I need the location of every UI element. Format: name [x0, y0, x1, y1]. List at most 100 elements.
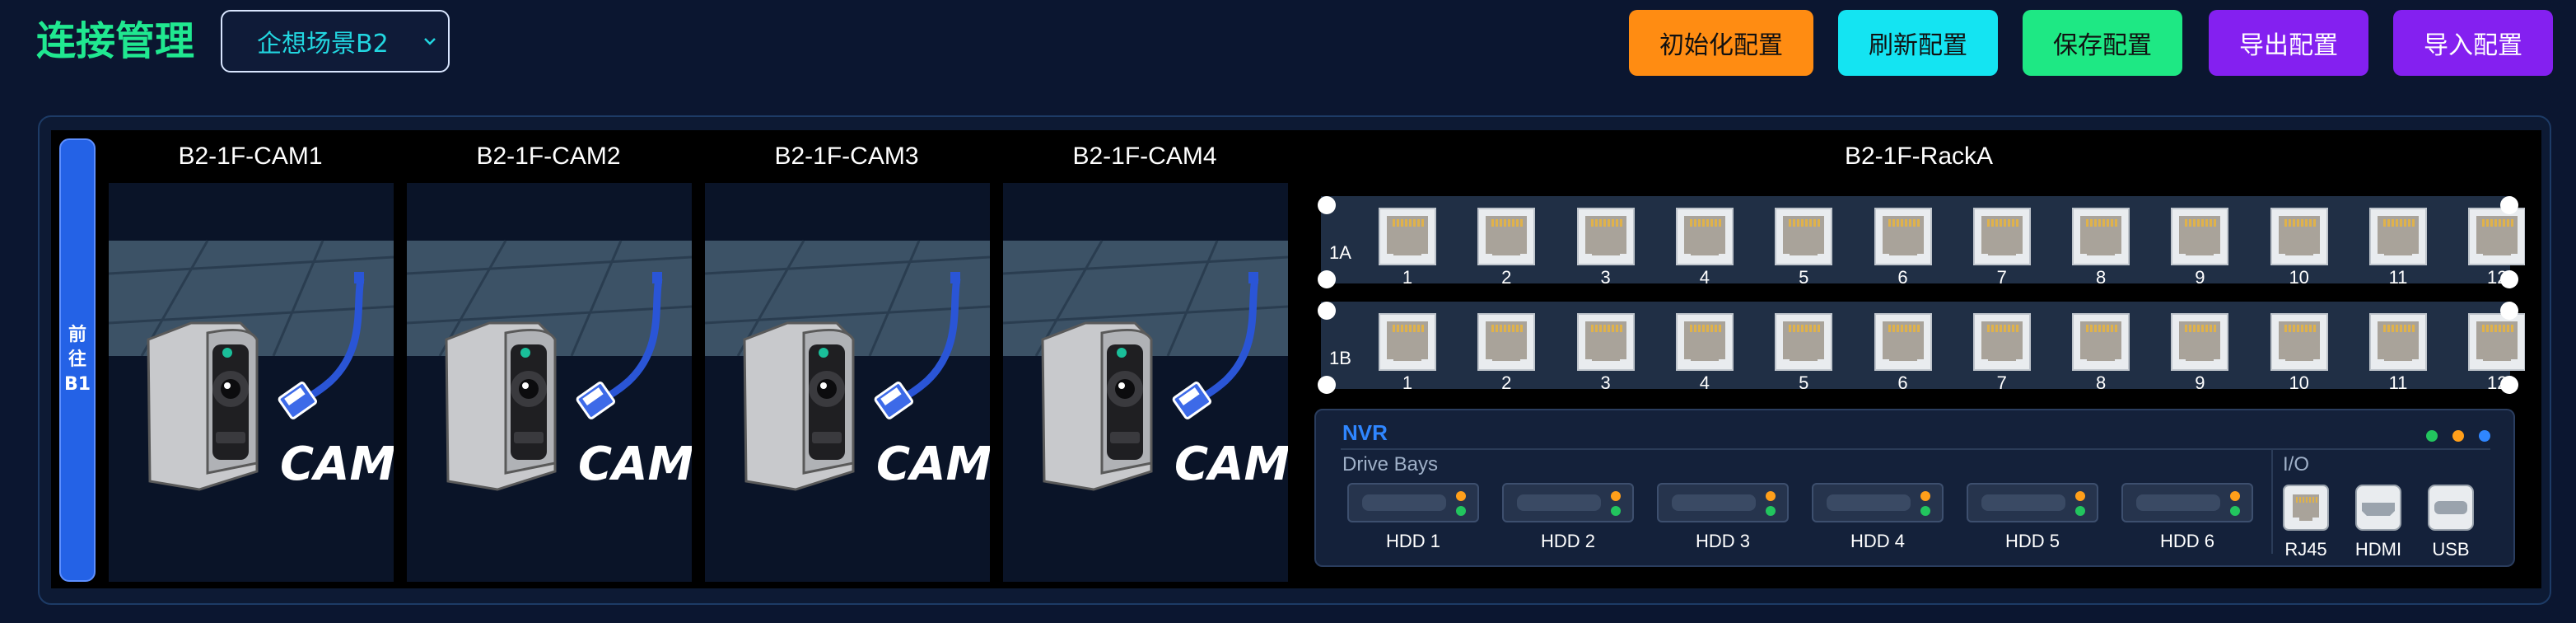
camera-tile[interactable]: CAM: [705, 183, 990, 582]
drive-bay[interactable]: [1502, 483, 1634, 522]
status-led: [2426, 430, 2438, 442]
nvr-panel: NVR Drive Bays I/O HDD 1 HDD 2 HDD 3 HDD 4 H…: [1314, 409, 2515, 567]
drive-bay-label: HDD 6: [2159, 531, 2214, 551]
save-config-button[interactable]: 保存配置: [2023, 10, 2182, 76]
nvr-title: NVR: [1342, 420, 1388, 445]
rj45-port-icon[interactable]: [2072, 313, 2130, 371]
rj45-port-icon[interactable]: [1874, 208, 1932, 265]
drive-slot: [1981, 494, 2065, 511]
rj45-port-icon[interactable]: [1477, 208, 1536, 265]
drive-bays-title: Drive Bays: [1342, 453, 1439, 475]
rj45-port-icon[interactable]: [1775, 208, 1833, 265]
rack-screw-icon: [1318, 302, 1336, 320]
port-number: 3: [1600, 372, 1611, 393]
rj45-port-icon[interactable]: [2171, 313, 2229, 371]
rj45-port-icon[interactable]: [1972, 313, 2031, 371]
top-bar: 连接管理 企想场景B2 初始化配置 刷新配置 保存配置 导出配置 导入配置: [0, 0, 2576, 91]
drive-bay[interactable]: [1812, 483, 1944, 522]
rj45-port-icon[interactable]: [2072, 208, 2130, 265]
port-number: 5: [1799, 267, 1809, 288]
import-config-button[interactable]: 导入配置: [2393, 10, 2553, 76]
port-number: 11: [2388, 267, 2408, 288]
patch-panel-1b: 1B 1 2 3 4 5 6 7 8 9 10 11 12: [1321, 302, 2527, 393]
status-led: [1920, 491, 1930, 501]
drive-slot: [1517, 494, 1601, 511]
rj45-port-icon[interactable]: [1576, 208, 1635, 265]
rack-screw-icon: [2500, 302, 2518, 320]
rj45-port-icon[interactable]: [2468, 313, 2527, 371]
page-title: 连接管理: [36, 18, 195, 64]
status-led: [2075, 506, 2085, 516]
rj45-port-icon[interactable]: [1477, 313, 1536, 371]
port-number: 1: [1402, 267, 1413, 288]
status-led: [1766, 506, 1776, 516]
port-number: 7: [1996, 372, 2007, 393]
status-led: [1456, 491, 1466, 501]
port-number: 9: [2195, 372, 2205, 393]
rack-screw-icon: [1318, 196, 1336, 214]
stage-edge: [2525, 190, 2541, 387]
drive-slot: [2136, 494, 2220, 511]
rj45-port-icon[interactable]: [1972, 208, 2031, 265]
rj45-port-icon[interactable]: [1775, 313, 1833, 371]
drive-bay-label: HDD 2: [1540, 531, 1595, 551]
status-led: [1611, 491, 1621, 501]
refresh-config-button[interactable]: 刷新配置: [1838, 10, 1998, 76]
cam-badge: CAM: [280, 438, 394, 491]
port-number: 3: [1600, 267, 1611, 288]
port-number: 6: [1897, 267, 1908, 288]
drive-bay-label: HDD 4: [1850, 531, 1905, 551]
init-config-button[interactable]: 初始化配置: [1629, 10, 1813, 76]
camera-label: B2-1F-CAM1: [178, 143, 323, 170]
rack-screw-icon: [1318, 376, 1336, 394]
port-number: 8: [2095, 372, 2107, 393]
status-led: [2452, 430, 2464, 442]
cam-badge: CAM: [578, 438, 692, 491]
rack-screw-icon: [2500, 270, 2518, 288]
camera-illustration: CAM: [109, 240, 394, 582]
rj45-port-icon[interactable]: [1379, 313, 1436, 371]
goto-label-1: 前: [68, 325, 86, 345]
divider: [1341, 448, 2490, 450]
port-number: 7: [1996, 267, 2007, 288]
hdmi-icon[interactable]: [2355, 485, 2401, 531]
cam-badge: CAM: [1174, 438, 1288, 491]
camera-body-icon: [445, 321, 557, 491]
rj45-port-icon[interactable]: [2171, 208, 2229, 265]
rj45-port-icon[interactable]: [1874, 313, 1932, 371]
camera-body-icon: [743, 321, 855, 491]
rj45-port-icon[interactable]: [2270, 313, 2328, 371]
rack-screw-icon: [2500, 196, 2518, 214]
rj45-icon[interactable]: [2283, 485, 2329, 531]
scene-select[interactable]: 企想场景B2: [221, 10, 450, 73]
rj45-port-icon[interactable]: [1576, 313, 1635, 371]
rj45-port-icon[interactable]: [2369, 313, 2427, 371]
drive-bay[interactable]: [2121, 483, 2253, 522]
camera-tile[interactable]: CAM: [407, 183, 692, 582]
goto-label-3: B1: [63, 374, 91, 395]
io-label: HDMI: [2354, 539, 2402, 560]
camera-tile[interactable]: CAM: [1003, 183, 1288, 582]
port-number: 2: [1501, 267, 1512, 288]
rj45-port-icon[interactable]: [2369, 208, 2427, 265]
camera-illustration: CAM: [1003, 240, 1288, 582]
rack-screw-icon: [1318, 270, 1336, 288]
status-led: [2230, 506, 2240, 516]
rj45-port-icon[interactable]: [1675, 208, 1734, 265]
drive-bay-label: HDD 1: [1385, 531, 1440, 551]
drive-bay[interactable]: [1347, 483, 1479, 522]
drive-bay[interactable]: [1657, 483, 1789, 522]
goto-b1-button[interactable]: 前 往 B1: [59, 138, 96, 582]
rj45-port-icon[interactable]: [1379, 208, 1436, 265]
camera-illustration: CAM: [407, 240, 692, 582]
usb-icon[interactable]: [2428, 485, 2474, 531]
rj45-port-icon[interactable]: [1675, 313, 1734, 371]
camera-tile[interactable]: CAM: [109, 183, 394, 582]
port-number: 8: [2095, 267, 2107, 288]
rj45-port-icon[interactable]: [2270, 208, 2328, 265]
export-config-button[interactable]: 导出配置: [2209, 10, 2368, 76]
rack-label: B2-1F-RackA: [1844, 143, 1994, 170]
port-number: 1: [1402, 372, 1413, 393]
drive-bay[interactable]: [1967, 483, 2098, 522]
rj45-port-icon[interactable]: [2468, 208, 2527, 265]
